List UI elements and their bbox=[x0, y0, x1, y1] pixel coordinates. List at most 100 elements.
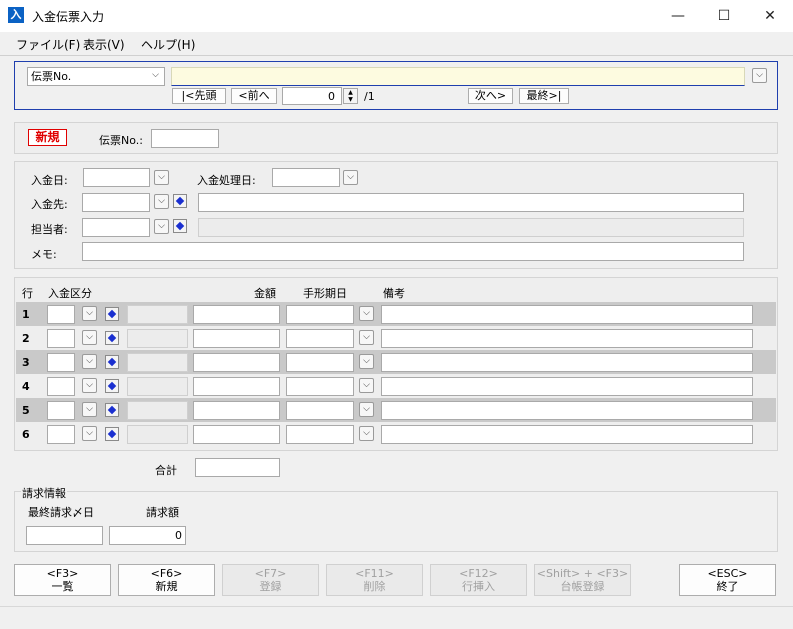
row-type-code-field[interactable] bbox=[47, 425, 75, 444]
col-amount-header: 金額 bbox=[254, 287, 276, 300]
chevron-down-icon[interactable]: ⌵ bbox=[154, 194, 169, 209]
row-type-code-field[interactable] bbox=[47, 305, 75, 324]
memo-label: メモ: bbox=[31, 248, 57, 261]
ledger-button-key: <Shift> + <F3> bbox=[536, 567, 629, 580]
total-label: 合計 bbox=[155, 464, 177, 477]
chevron-down-icon[interactable]: ⌵ bbox=[359, 306, 374, 321]
page-input[interactable]: 0 bbox=[282, 87, 342, 105]
chevron-down-icon[interactable]: ⌵ bbox=[82, 378, 97, 393]
row-amount-field[interactable] bbox=[193, 329, 280, 348]
list-button[interactable]: <F3> 一覧 bbox=[14, 564, 111, 596]
row-note-field[interactable] bbox=[381, 377, 753, 396]
maximize-button[interactable]: ☐ bbox=[701, 0, 747, 32]
chevron-down-icon[interactable]: ⌵ bbox=[359, 354, 374, 369]
row-due-date-field[interactable] bbox=[286, 425, 354, 444]
close-button[interactable]: ✕ bbox=[747, 0, 793, 32]
row-type-name-field bbox=[127, 353, 188, 372]
exit-button[interactable]: <ESC> 終了 bbox=[679, 564, 776, 596]
row-note-field[interactable] bbox=[381, 425, 753, 444]
row-amount-field[interactable] bbox=[193, 401, 280, 420]
row-note-field[interactable] bbox=[381, 329, 753, 348]
chevron-down-icon[interactable]: ⌵ bbox=[343, 170, 358, 185]
chevron-down-icon[interactable]: ⌵ bbox=[82, 426, 97, 441]
row-amount-field[interactable] bbox=[193, 425, 280, 444]
row-type-search-icon[interactable] bbox=[105, 379, 119, 393]
save-button[interactable]: <F7> 登録 bbox=[222, 564, 319, 596]
new-button[interactable]: <F6> 新規 bbox=[118, 564, 215, 596]
insert-row-button-label: 行挿入 bbox=[462, 580, 495, 593]
row-note-field[interactable] bbox=[381, 305, 753, 324]
search-input[interactable] bbox=[171, 67, 745, 86]
chevron-down-icon[interactable]: ⌵ bbox=[82, 354, 97, 369]
ledger-button[interactable]: <Shift> + <F3> 台帳登録 bbox=[534, 564, 631, 596]
row-note-field[interactable] bbox=[381, 353, 753, 372]
new-button-key: <F6> bbox=[150, 567, 183, 580]
row-amount-field[interactable] bbox=[193, 305, 280, 324]
page-spinner[interactable]: ▲ ▼ bbox=[343, 88, 358, 104]
row-type-code-field[interactable] bbox=[47, 377, 75, 396]
row-type-search-icon[interactable] bbox=[105, 307, 119, 321]
table-row: 4 ⌵ ⌵ bbox=[16, 374, 776, 398]
chevron-down-icon[interactable]: ⌵ bbox=[82, 330, 97, 345]
slip-no-label: 伝票No.: bbox=[99, 134, 143, 147]
chevron-down-icon[interactable]: ⌵ bbox=[82, 402, 97, 417]
chevron-down-icon[interactable]: ⌵ bbox=[148, 69, 163, 84]
menu-view[interactable]: 表示(V) bbox=[83, 36, 125, 53]
list-button-key: <F3> bbox=[46, 567, 79, 580]
chevron-down-icon[interactable]: ⌵ bbox=[752, 68, 767, 83]
menu-help[interactable]: ヘルプ(H) bbox=[141, 36, 195, 53]
row-type-search-icon[interactable] bbox=[105, 355, 119, 369]
payer-name-field[interactable] bbox=[198, 193, 744, 212]
row-type-search-icon[interactable] bbox=[105, 427, 119, 441]
insert-row-button[interactable]: <F12> 行挿入 bbox=[430, 564, 527, 596]
staff-code-field[interactable] bbox=[82, 218, 150, 237]
next-button[interactable]: 次へ> bbox=[468, 88, 513, 104]
date-label: 入金日: bbox=[31, 174, 68, 187]
process-date-field[interactable] bbox=[272, 168, 340, 187]
row-type-code-field[interactable] bbox=[47, 329, 75, 348]
billing-amount-field: 0 bbox=[109, 526, 186, 545]
delete-button[interactable]: <F11> 削除 bbox=[326, 564, 423, 596]
window-title: 入金伝票入力 bbox=[32, 10, 105, 24]
row-due-date-field[interactable] bbox=[286, 353, 354, 372]
date-field[interactable] bbox=[83, 168, 150, 187]
row-number: 4 bbox=[22, 380, 30, 393]
table-row: 6 ⌵ ⌵ bbox=[16, 422, 776, 446]
billing-group-label: 請求情報 bbox=[21, 485, 67, 501]
slip-no-field[interactable] bbox=[151, 129, 219, 148]
row-due-date-field[interactable] bbox=[286, 305, 354, 324]
table-row: 2 ⌵ ⌵ bbox=[16, 326, 776, 350]
payer-search-icon[interactable] bbox=[173, 194, 187, 208]
row-due-date-field[interactable] bbox=[286, 329, 354, 348]
row-type-search-icon[interactable] bbox=[105, 331, 119, 345]
row-due-date-field[interactable] bbox=[286, 377, 354, 396]
chevron-down-icon[interactable]: ⌵ bbox=[154, 170, 169, 185]
chevron-down-icon[interactable]: ⌵ bbox=[359, 378, 374, 393]
chevron-down-icon[interactable]: ⌵ bbox=[359, 402, 374, 417]
row-due-date-field[interactable] bbox=[286, 401, 354, 420]
chevron-down-icon[interactable]: ⌵ bbox=[154, 219, 169, 234]
payer-code-field[interactable] bbox=[82, 193, 150, 212]
row-type-search-icon[interactable] bbox=[105, 403, 119, 417]
last-button[interactable]: 最終>| bbox=[519, 88, 569, 104]
chevron-down-icon[interactable]: ⌵ bbox=[82, 306, 97, 321]
row-amount-field[interactable] bbox=[193, 377, 280, 396]
chevron-down-icon[interactable]: ⌵ bbox=[359, 426, 374, 441]
menu-file[interactable]: ファイル(F) bbox=[16, 36, 80, 53]
chevron-down-icon[interactable]: ⌵ bbox=[359, 330, 374, 345]
table-row: 5 ⌵ ⌵ bbox=[16, 398, 776, 422]
search-field-select[interactable]: 伝票No. bbox=[27, 67, 165, 86]
staff-search-icon[interactable] bbox=[173, 219, 187, 233]
first-button[interactable]: |<先頭 bbox=[172, 88, 226, 104]
minimize-button[interactable]: — bbox=[655, 0, 701, 32]
prev-button[interactable]: <前へ bbox=[231, 88, 277, 104]
row-type-code-field[interactable] bbox=[47, 353, 75, 372]
save-button-key: <F7> bbox=[254, 567, 287, 580]
row-note-field[interactable] bbox=[381, 401, 753, 420]
row-amount-field[interactable] bbox=[193, 353, 280, 372]
row-type-code-field[interactable] bbox=[47, 401, 75, 420]
mode-badge: 新規 bbox=[28, 129, 67, 146]
row-number: 5 bbox=[22, 404, 30, 417]
col-due-header: 手形期日 bbox=[303, 287, 347, 300]
memo-field[interactable] bbox=[82, 242, 744, 261]
